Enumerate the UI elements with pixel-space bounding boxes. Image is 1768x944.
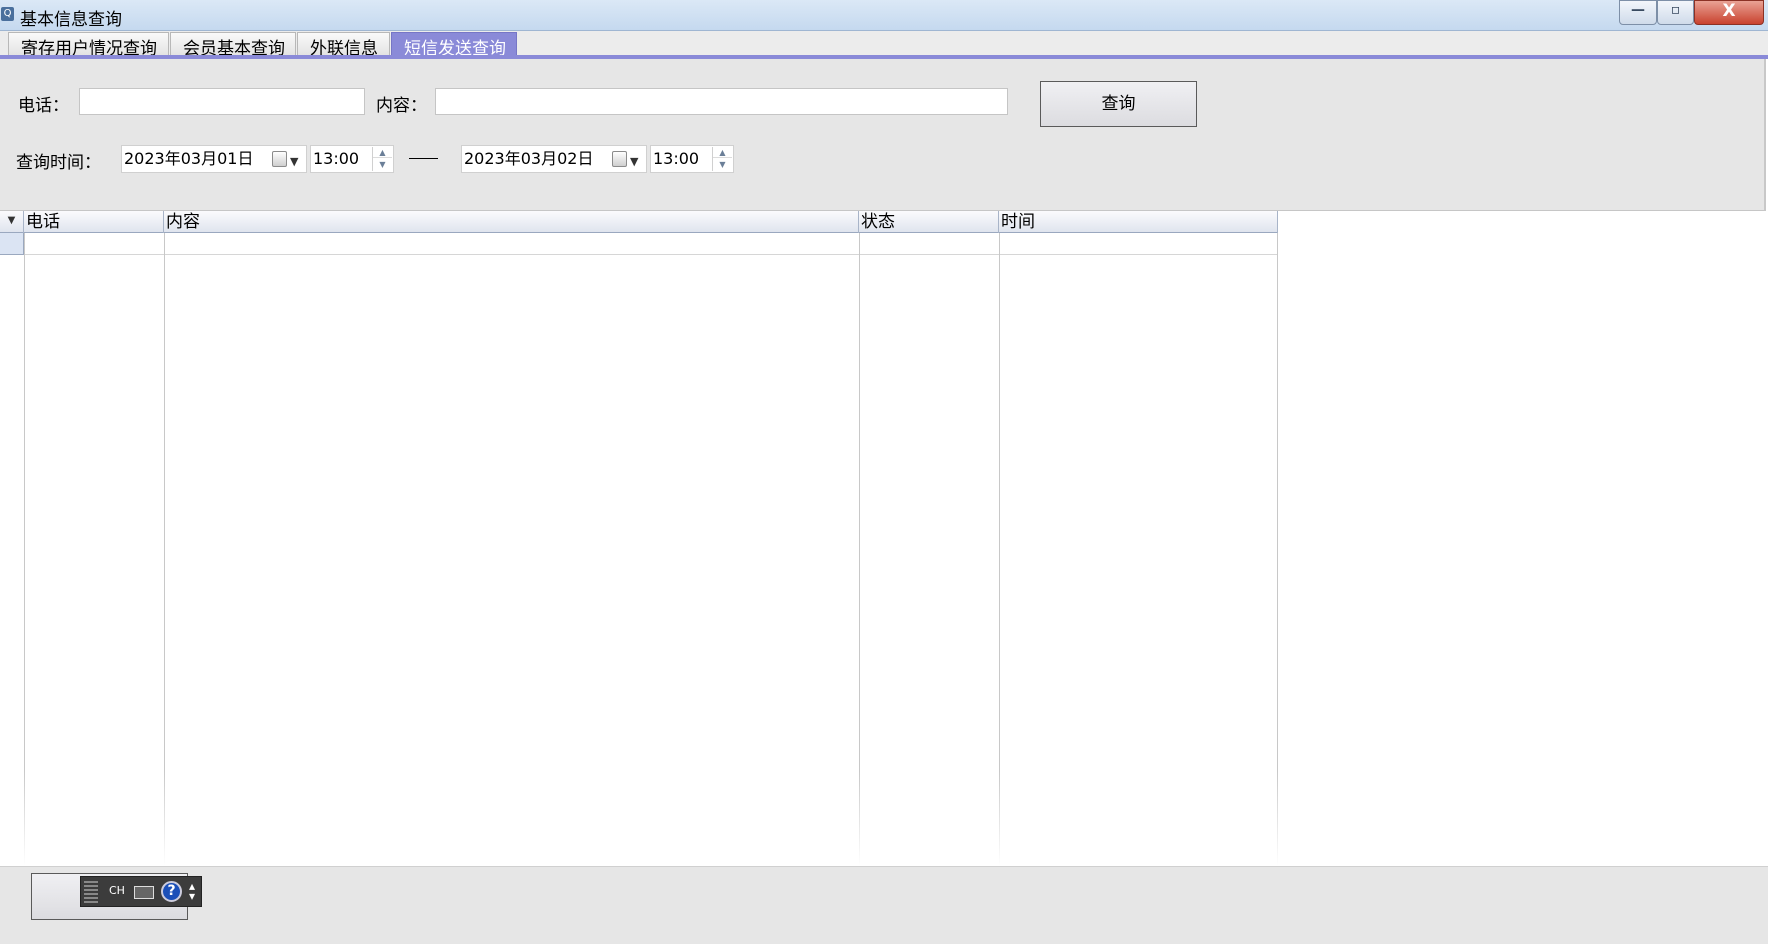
column-divider bbox=[1277, 233, 1278, 866]
close-button[interactable]: X bbox=[1694, 0, 1764, 25]
query-button[interactable]: 查询 bbox=[1040, 81, 1197, 127]
help-icon[interactable]: ? bbox=[161, 881, 182, 902]
spin-down-icon[interactable]: ▼ bbox=[713, 159, 732, 170]
end-date-picker[interactable]: 2023年03月02日 ▼ bbox=[461, 145, 647, 173]
sort-indicator-icon[interactable]: ▼ bbox=[0, 211, 24, 233]
column-header-time[interactable]: 时间 bbox=[999, 211, 1278, 233]
end-time-value: 13:00 bbox=[653, 149, 700, 168]
ime-toolbar[interactable]: CH ? ▴ ▾ bbox=[80, 876, 202, 907]
column-divider bbox=[999, 233, 1000, 866]
minimize-icon: — bbox=[1631, 2, 1645, 18]
ime-mode-indicator[interactable]: CH bbox=[109, 884, 125, 897]
start-time-spinner[interactable]: 13:00 ▲ ▼ bbox=[310, 145, 394, 173]
column-divider bbox=[859, 233, 860, 866]
content-input[interactable] bbox=[435, 88, 1008, 115]
query-time-label: 查询时间： bbox=[16, 153, 101, 173]
phone-input[interactable] bbox=[79, 88, 365, 115]
chevron-down-icon[interactable]: ▼ bbox=[630, 149, 638, 175]
end-time-spinner[interactable]: 13:00 ▲ ▼ bbox=[650, 145, 734, 173]
start-date-value: 2023年03月01日 bbox=[124, 149, 254, 168]
start-time-value: 13:00 bbox=[313, 149, 360, 168]
drag-handle-icon[interactable] bbox=[84, 881, 98, 903]
calendar-icon[interactable] bbox=[612, 151, 627, 167]
window-title: 基本信息查询 bbox=[20, 10, 122, 30]
filter-panel bbox=[0, 59, 1766, 211]
tab-member-basic-query[interactable]: 会员基本查询 bbox=[170, 32, 296, 59]
chevron-down-icon[interactable]: ▼ bbox=[290, 149, 298, 175]
end-time-stepper[interactable]: ▲ ▼ bbox=[712, 147, 732, 171]
row-selector[interactable] bbox=[0, 233, 24, 255]
tab-storage-user-query[interactable]: 寄存用户情况查询 bbox=[8, 32, 169, 59]
column-divider bbox=[24, 233, 25, 866]
phone-label: 电话： bbox=[18, 96, 69, 116]
window-titlebar: Q 基本信息查询 — ▫ X bbox=[0, 0, 1768, 31]
content-label: 内容： bbox=[376, 96, 427, 116]
sms-results-table[interactable]: ▼ 电话 内容 状态 时间 bbox=[0, 211, 1278, 866]
tab-sms-send-query[interactable]: 短信发送查询 bbox=[391, 32, 517, 59]
spin-down-icon[interactable]: ▼ bbox=[373, 159, 392, 170]
tab-outreach-info[interactable]: 外联信息 bbox=[297, 32, 390, 59]
column-header-status[interactable]: 状态 bbox=[859, 211, 999, 233]
column-header-content[interactable]: 内容 bbox=[164, 211, 859, 233]
close-icon: X bbox=[1722, 1, 1736, 21]
table-row[interactable] bbox=[0, 233, 1278, 255]
minimize-button[interactable]: — bbox=[1619, 0, 1657, 25]
start-date-picker[interactable]: 2023年03月01日 ▼ bbox=[121, 145, 307, 173]
spin-up-icon[interactable]: ▲ bbox=[713, 147, 732, 158]
restore-icon: ▫ bbox=[1670, 2, 1681, 18]
range-separator bbox=[409, 158, 438, 159]
options-icon[interactable]: ▴ ▾ bbox=[189, 880, 195, 902]
bottom-panel bbox=[0, 866, 1768, 944]
start-time-stepper[interactable]: ▲ ▼ bbox=[372, 147, 392, 171]
spin-up-icon[interactable]: ▲ bbox=[373, 147, 392, 158]
column-divider bbox=[164, 233, 165, 866]
keyboard-icon[interactable] bbox=[134, 886, 154, 899]
maximize-button[interactable]: ▫ bbox=[1657, 0, 1694, 25]
column-header-phone[interactable]: 电话 bbox=[24, 211, 164, 233]
table-header: ▼ 电话 内容 状态 时间 bbox=[0, 211, 1278, 233]
app-search-icon: Q bbox=[1, 7, 14, 21]
calendar-icon[interactable] bbox=[272, 151, 287, 167]
end-date-value: 2023年03月02日 bbox=[464, 149, 594, 168]
